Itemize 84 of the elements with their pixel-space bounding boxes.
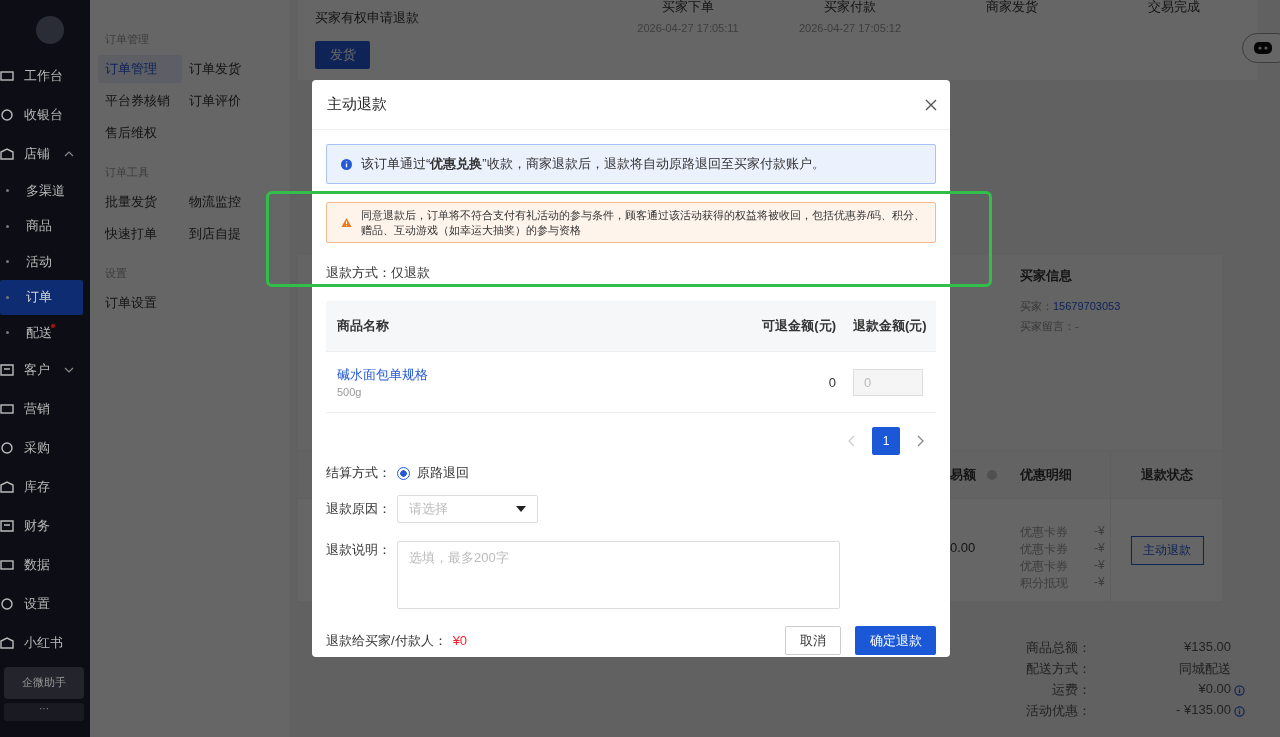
nav-label: 店铺 (24, 144, 50, 163)
nav-label: 营销 (24, 400, 50, 418)
nav-label: 小红书 (24, 634, 63, 652)
nav-item[interactable]: 工作台 (0, 56, 90, 95)
nav-label: 订单 (26, 288, 52, 307)
nav-item[interactable]: 店铺 (0, 134, 90, 173)
cancel-button[interactable]: 取消 (785, 626, 841, 655)
total-label: 配送方式： (1025, 660, 1091, 678)
nav-label: 多渠道 (26, 181, 65, 200)
nav-item[interactable]: 财务 (0, 506, 90, 546)
nav-label: 库存 (24, 478, 50, 496)
info-text: 该订单通过“优惠兑换”收款，商家退款后，退款将自动原路退回至买家付款账户。 (361, 155, 825, 173)
radio-label: 原路退回 (417, 464, 469, 482)
refund-total-label: 退款给买家/付款人： (326, 631, 447, 650)
submenu-item[interactable]: 订单发货 (182, 55, 266, 83)
submenu-item[interactable]: 平台券核销 (98, 87, 182, 115)
nav-item[interactable]: 收银台 (0, 95, 90, 134)
confirm-button[interactable]: 确定退款 (855, 626, 936, 655)
nav-label: 采购 (24, 439, 50, 457)
nav-label: 客户 (24, 361, 50, 379)
product-spec: 500g (337, 386, 363, 398)
column-header: 易额 (950, 466, 976, 484)
nav-label: 收银台 (24, 105, 63, 124)
submenu-item[interactable]: 售后维权 (98, 119, 182, 147)
step-title: 商家发货 (985, 0, 1039, 16)
nav-label: 设置 (24, 595, 50, 613)
submenu-item[interactable]: 物流监控 (182, 188, 266, 216)
assistant-button[interactable]: 企微助手 (4, 666, 84, 699)
submenu-item[interactable]: 到店自提 (182, 220, 266, 248)
column-header: 退款状态 (1110, 452, 1223, 498)
nav-item[interactable]: 采购 (0, 428, 90, 468)
nav-label: 商品 (26, 217, 52, 236)
table-cell-text: 0 (827, 374, 836, 390)
refund-total: ¥0 (452, 633, 468, 648)
total-label: 商品总额： (1025, 639, 1091, 657)
nav-item[interactable]: 设置 (0, 584, 90, 624)
column-header: 退款金额(元) (852, 317, 928, 335)
total-label: 运费： (1051, 681, 1091, 699)
nav-item[interactable]: 配送 (0, 315, 83, 351)
nav-label: 配送 (26, 323, 52, 342)
submenu-item[interactable]: 订单设置 (98, 289, 182, 317)
nav-item[interactable]: 商品 (0, 208, 83, 244)
page-button[interactable]: 1 (872, 427, 900, 455)
dialog-title: 主动退款 (327, 95, 387, 114)
nav-item[interactable]: 订单 (0, 279, 83, 315)
total-value: ¥135.00 (1183, 639, 1231, 656)
submenu-item[interactable]: 订单评价 (182, 87, 266, 115)
refund-notice: 买家有权申请退款 (315, 9, 420, 27)
nav-label: 活动 (26, 252, 52, 271)
nav-item[interactable]: 营销 (0, 389, 90, 429)
nav-item[interactable]: 库存 (0, 467, 90, 507)
nav-label: 数据 (24, 556, 50, 574)
note-field[interactable]: 选填，最多200字 (397, 541, 840, 609)
discount-amount: -¥ (1094, 524, 1105, 540)
nav-item[interactable]: 数据 (0, 545, 90, 585)
section-title: 买家信息 (1020, 267, 1073, 285)
refund-method: 退款方式：仅退款 (326, 264, 431, 282)
step-title: 买家下单 (661, 0, 715, 16)
column-header: 优惠明细 (1020, 466, 1072, 484)
nav-item[interactable]: 客户 (0, 350, 90, 390)
nav-item[interactable]: 多渠道 (0, 173, 83, 209)
discount-amount: -¥ (1094, 541, 1105, 557)
step-title: 交易完成 (1147, 0, 1201, 16)
discount-amount: -¥ (1094, 575, 1105, 591)
discount-amount: -¥ (1094, 558, 1105, 574)
submenu-item[interactable]: 批量发货 (98, 188, 182, 216)
more-button[interactable]: ··· (4, 702, 84, 721)
step-title: 买家付款 (823, 0, 877, 16)
field-label: 结算方式： (326, 464, 392, 482)
table-cell: 0.00 (950, 540, 976, 555)
field-label: 退款原因： (326, 500, 392, 518)
nav-item[interactable]: 小红书 (0, 623, 90, 663)
submenu-item[interactable]: 快速打单 (98, 220, 182, 248)
nav-label: 工作台 (24, 66, 63, 85)
nav-label: 财务 (24, 517, 50, 535)
warning-text: 同意退款后，订单将不符合支付有礼活动的参与条件，顾客通过该活动获得的权益将被收回，包括优惠券/码、积分、赠品、互动游戏（如幸运大抽奖）的参与资格 (361, 207, 927, 238)
field-label: 退款说明： (326, 541, 392, 559)
total-label: 活动优惠： (1025, 702, 1091, 720)
total-value: - ¥135.00 (1175, 702, 1231, 719)
column-header: 商品名称 (336, 317, 390, 335)
total-value: ¥0.00 (1197, 681, 1231, 698)
nav-item[interactable]: 活动 (0, 244, 83, 280)
column-header: 可退金额(元) (761, 317, 836, 335)
total-value: 同城配送 (1178, 660, 1231, 678)
